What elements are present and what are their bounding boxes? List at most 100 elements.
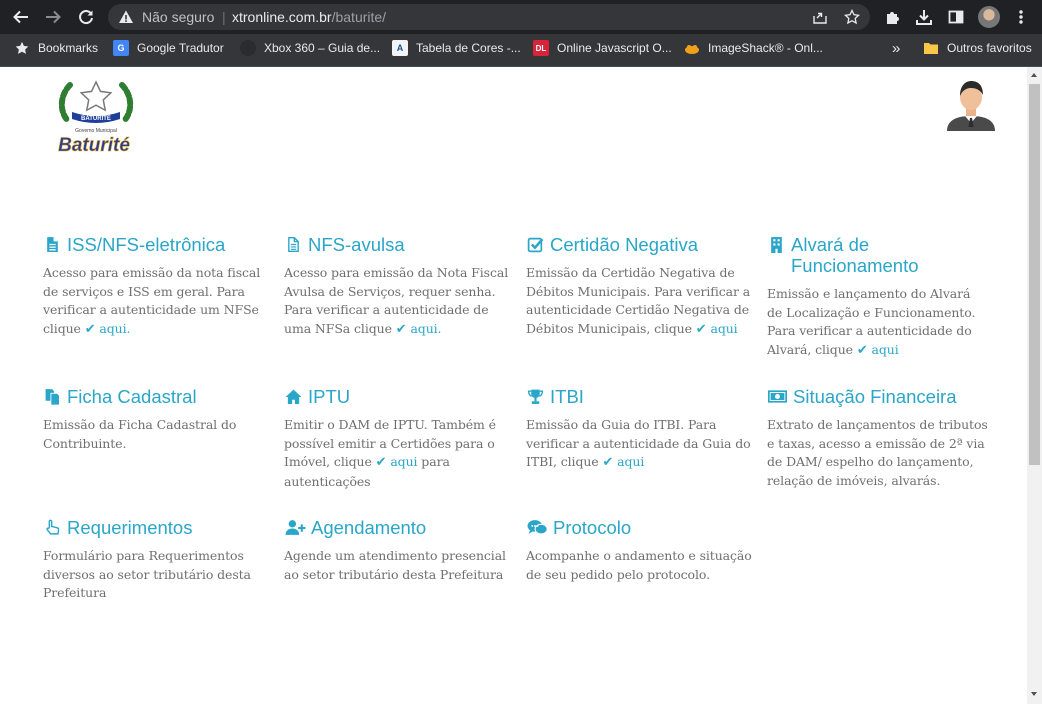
file-outline-icon (284, 235, 303, 254)
card-title-link[interactable]: Agendamento (284, 517, 510, 538)
aqui-link[interactable]: aqui (710, 321, 737, 336)
user-plus-icon (284, 518, 306, 537)
check-icon: ✔ (856, 342, 868, 358)
url-path: /baturite/ (331, 9, 387, 25)
dl-icon: DL (533, 40, 549, 56)
card-title: ITBI (550, 386, 584, 407)
bookmarks-overflow-button[interactable]: » (892, 34, 900, 62)
card-description: Agende um atendimento presencial ao seto… (284, 547, 510, 584)
card-title-link[interactable]: Alvará de Funcionamento (767, 234, 989, 276)
reload-button[interactable] (75, 6, 97, 28)
other-bookmarks-folder[interactable]: Outros favoritos (923, 34, 1032, 62)
security-label: Não seguro (142, 9, 215, 25)
card-description: Acesso para emissão da nota fiscal de se… (43, 264, 269, 339)
file-text-icon (43, 235, 62, 254)
arrow-right-icon (46, 10, 61, 24)
card-title-link[interactable]: Certidão Negativa (526, 234, 752, 255)
tabela-cores-icon: A (392, 40, 408, 56)
bookmark-label: Tabela de Cores -... (416, 41, 521, 55)
aqui-link[interactable]: aqui. (99, 321, 130, 336)
aqui-link[interactable]: aqui (617, 454, 644, 469)
user-account-button[interactable] (943, 75, 999, 131)
bookmark-label: ImageShack® - Onl... (708, 41, 823, 55)
google-translate-icon: G (113, 40, 129, 56)
card-title-link[interactable]: NFS-avulsa (284, 234, 510, 255)
card-protocolo: Protocolo Acompanhe o andamento e situaç… (526, 517, 752, 584)
card-nfs-avulsa: NFS-avulsa Acesso para emissão da Nota F… (284, 234, 510, 339)
card-title-link[interactable]: Protocolo (526, 517, 752, 538)
menu-button[interactable] (1009, 5, 1033, 29)
aqui-link[interactable]: aqui. (410, 321, 441, 336)
more-vert-icon (1019, 10, 1023, 24)
card-title-link[interactable]: Situação Financeira (767, 386, 989, 407)
baturite-crest-icon: BATURITÉ Governo Municipal Baturité (58, 80, 134, 156)
baturite-logo[interactable]: BATURITÉ Governo Municipal Baturité (48, 77, 144, 159)
address-bar[interactable]: Não seguro | xtronline.com.br/baturite/ (108, 4, 870, 30)
share-icon[interactable] (812, 9, 828, 25)
bookmark-label: Online Javascript O... (557, 41, 672, 55)
card-desc-text: Formulário para Requerimentos diversos a… (43, 548, 251, 601)
card-description: Emissão da Ficha Cadastral do Contribuin… (43, 416, 269, 453)
side-panel-button[interactable] (944, 5, 968, 29)
page-scrollbar[interactable] (1027, 67, 1042, 704)
bookmark-google-tradutor[interactable]: G Google Tradutor (113, 34, 224, 62)
card-agendamento: Agendamento Agende um atendimento presen… (284, 517, 510, 584)
card-title-link[interactable]: IPTU (284, 386, 510, 407)
card-title-link[interactable]: Requerimentos (43, 517, 269, 538)
card-description: Acesso para emissão da Nota Fiscal Avuls… (284, 264, 510, 339)
hand-pointer-icon (43, 518, 62, 537)
check-icon: ✔ (395, 321, 407, 337)
card-title-link[interactable]: ITBI (526, 386, 752, 407)
extensions-button[interactable] (881, 5, 905, 29)
bookmarks-bar: Bookmarks G Google Tradutor Xbox 360 – G… (0, 34, 1042, 67)
url-host: xtronline.com.br (232, 9, 332, 25)
scroll-down-arrow-icon[interactable] (1031, 692, 1037, 696)
card-description: Extrato de lançamentos de tributos e tax… (767, 416, 989, 490)
bookmark-bookmarks[interactable]: Bookmarks (14, 34, 98, 62)
user-avatar-icon (947, 81, 995, 131)
bookmark-tabela-cores[interactable]: A Tabela de Cores -... (392, 34, 521, 62)
card-iss: ISS/NFS-eletrônica Acesso para emissão d… (43, 234, 269, 339)
scroll-up-arrow-icon[interactable] (1031, 73, 1037, 77)
card-title: Requerimentos (67, 517, 193, 538)
card-title: Agendamento (311, 517, 427, 538)
bookmark-xbox[interactable]: Xbox 360 – Guia de... (240, 34, 380, 62)
page-content: BATURITÉ Governo Municipal Baturité ISS/… (0, 67, 1027, 704)
card-title-link[interactable]: Ficha Cadastral (43, 386, 269, 407)
profile-avatar (978, 6, 1000, 28)
card-description: Emitir o DAM de IPTU. Também é possível … (284, 416, 510, 491)
back-button[interactable] (10, 6, 32, 28)
card-title-link[interactable]: ISS/NFS-eletrônica (43, 234, 269, 255)
card-title: Alvará de Funcionamento (791, 234, 919, 276)
card-title: NFS-avulsa (308, 234, 405, 255)
scrollbar-thumb[interactable] (1029, 84, 1040, 465)
bookmark-imageshack[interactable]: ImageShack® - Onl... (684, 34, 823, 62)
star-bookmark-icon[interactable] (844, 9, 860, 25)
bookmark-label: Google Tradutor (137, 41, 224, 55)
card-title: Ficha Cadastral (67, 386, 197, 407)
comments-icon (526, 518, 548, 537)
card-situacao-financeira: Situação Financeira Extrato de lançament… (767, 386, 989, 490)
card-requerimentos: Requerimentos Formulário para Requerimen… (43, 517, 269, 603)
card-title: Protocolo (553, 517, 632, 538)
card-certidao-negativa: Certidão Negativa Emissão da Certidão Ne… (526, 234, 752, 339)
building-icon (767, 235, 786, 254)
money-icon (767, 387, 788, 406)
check-icon: ✔ (375, 455, 387, 471)
aqui-link[interactable]: aqui (390, 454, 417, 469)
bookmark-online-js[interactable]: DL Online Javascript O... (533, 34, 672, 62)
aqui-link[interactable]: aqui (872, 342, 899, 357)
card-ficha-cadastral: Ficha Cadastral Emissão da Ficha Cadastr… (43, 386, 269, 453)
downloads-button[interactable] (912, 5, 936, 29)
check-icon: ✔ (695, 321, 707, 337)
card-description: Acompanhe o andamento e situação de seu … (526, 547, 752, 584)
forward-button[interactable] (42, 6, 64, 28)
profile-button[interactable] (977, 5, 1001, 29)
arrow-left-icon (13, 10, 28, 24)
download-icon (916, 10, 932, 25)
warning-icon (119, 10, 133, 23)
check-icon: ✔ (602, 455, 614, 471)
bookmark-label: Xbox 360 – Guia de... (264, 41, 381, 55)
bookmark-label: Bookmarks (38, 41, 99, 55)
separator: | (222, 9, 226, 25)
